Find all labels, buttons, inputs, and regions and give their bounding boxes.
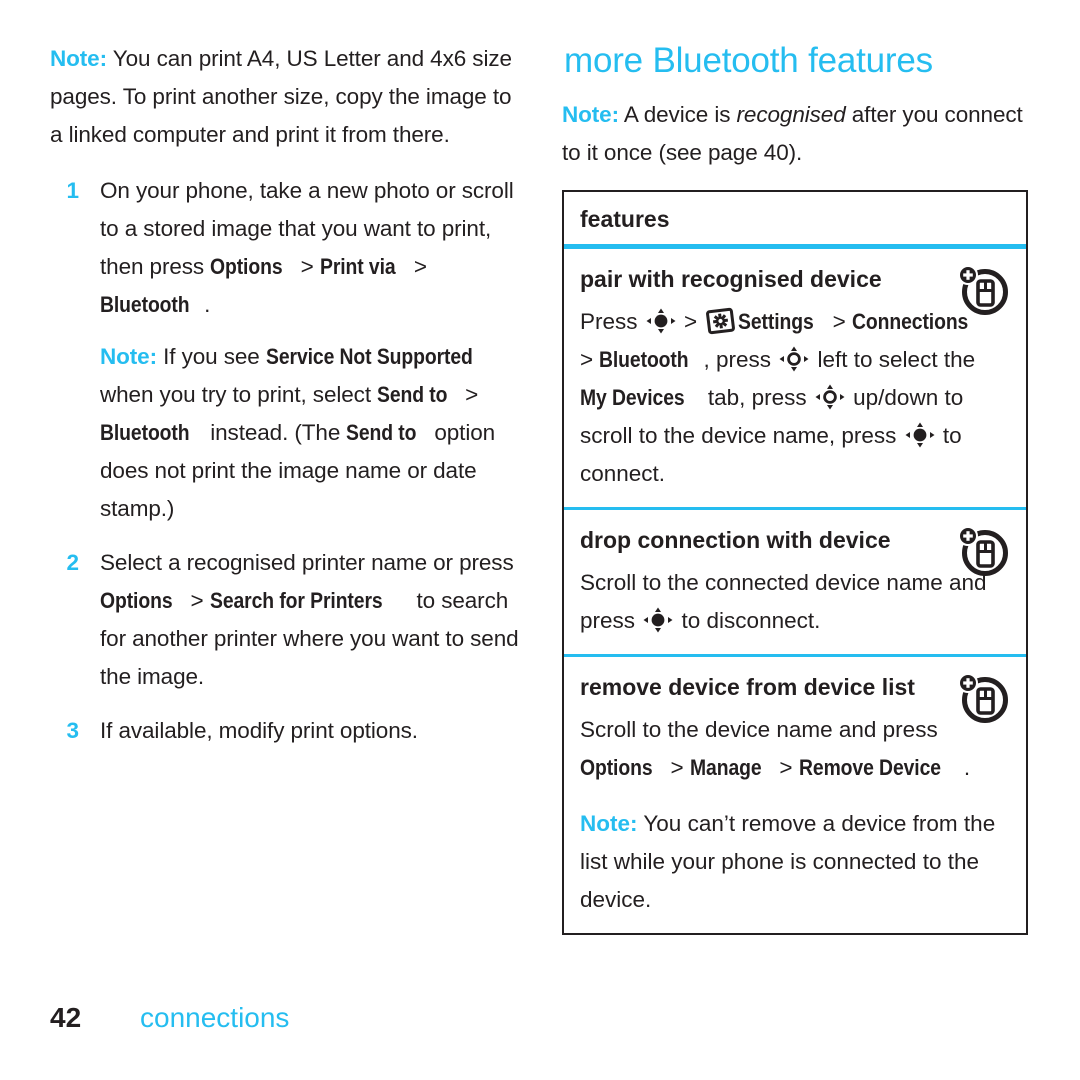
sep: > bbox=[407, 254, 427, 279]
card-section-pair-with-recognised-device: pair with recognised device Press > Sett… bbox=[564, 249, 1026, 510]
intro-note: Note: You can print A4, US Letter and 4x… bbox=[50, 40, 520, 154]
ui-string-remove-device: Remove Device bbox=[798, 755, 941, 780]
step-3-number: 3 bbox=[66, 718, 79, 743]
step-1: 1 On your phone, take a new photo or scr… bbox=[50, 172, 520, 528]
sep: > bbox=[826, 309, 853, 334]
step-3-text: If available, modify print options. bbox=[100, 718, 418, 743]
add-device-icon bbox=[956, 671, 1010, 725]
ui-string-send-to: Send to bbox=[346, 420, 417, 445]
ui-string-bluetooth: Bluetooth bbox=[599, 347, 689, 372]
bluetooth-intro-note: Note: A device is recognised after you c… bbox=[562, 96, 1032, 172]
section-title: remove device from device list bbox=[580, 674, 915, 700]
section-body: Scroll to the device name and press Opti… bbox=[580, 711, 1010, 787]
manual-page: Note: You can print A4, US Letter and 4x… bbox=[0, 0, 1080, 1080]
note-text-b: when you try to print, select bbox=[100, 382, 378, 407]
step-3: 3 If available, modify print options. bbox=[50, 712, 520, 750]
step-1-text-b: . bbox=[204, 292, 211, 317]
ui-string-bluetooth: Bluetooth bbox=[100, 292, 190, 317]
ui-string-search-for-printers: Search for Printers bbox=[209, 588, 383, 613]
ui-string-print-via: Print via bbox=[319, 254, 396, 279]
section-title: pair with recognised device bbox=[580, 266, 882, 292]
note-label: Note: bbox=[50, 46, 107, 71]
sep: > bbox=[458, 382, 479, 407]
ui-string-send-to: Send to bbox=[377, 382, 448, 407]
ui-string-manage: Manage bbox=[689, 755, 762, 780]
body-text: tab, press bbox=[701, 385, 813, 410]
right-column: more Bluetooth features Note: A device i… bbox=[562, 40, 1032, 935]
step-1-text: On your phone, take a new photo or scrol… bbox=[100, 172, 520, 324]
body-text: . bbox=[963, 755, 971, 780]
section-body: Scroll to the connected device name and … bbox=[580, 564, 1010, 640]
ui-string-options: Options bbox=[580, 755, 653, 780]
note-text-c: instead. (The bbox=[204, 420, 347, 445]
step-1-number: 1 bbox=[66, 178, 79, 203]
features-card-header: features bbox=[564, 192, 1026, 249]
navigation-key-select-icon bbox=[646, 308, 676, 334]
section-title: drop connection with device bbox=[580, 527, 891, 553]
sep: > bbox=[664, 755, 690, 780]
note-label: Note: bbox=[100, 344, 157, 369]
step-1-note: Note: If you see Service Not Supported w… bbox=[100, 338, 520, 528]
body-text: Press bbox=[580, 309, 644, 334]
body-text: Scroll to the device name and press bbox=[580, 717, 938, 742]
card-section-remove-device-from-device-list: remove device from device list Scroll to… bbox=[564, 657, 1026, 933]
step-2-text: Select a recognised printer name or pres… bbox=[100, 544, 520, 696]
card-section-drop-connection-with-device: drop connection with device Scroll to th… bbox=[564, 510, 1026, 657]
left-column: Note: You can print A4, US Letter and 4x… bbox=[50, 40, 520, 766]
ui-string-my-devices: My Devices bbox=[580, 385, 685, 410]
settings-gear-icon bbox=[705, 307, 736, 335]
add-device-icon bbox=[956, 524, 1010, 578]
body-text: to disconnect. bbox=[675, 608, 821, 633]
step-2-number: 2 bbox=[66, 550, 79, 575]
note-label: Note: bbox=[562, 102, 619, 127]
body-text: > bbox=[677, 309, 704, 334]
ui-string-bluetooth: Bluetooth bbox=[100, 420, 190, 445]
sep: > bbox=[773, 755, 799, 780]
body-text: left to select the bbox=[811, 347, 976, 372]
navigation-key-icon bbox=[779, 346, 809, 372]
page-footer: 42 connections bbox=[50, 1002, 289, 1034]
features-card: features pair with recognised device Pre… bbox=[562, 190, 1028, 935]
navigation-key-select-icon bbox=[643, 607, 673, 633]
navigation-key-select-icon bbox=[905, 422, 935, 448]
step-2: 2 Select a recognised printer name or pr… bbox=[50, 544, 520, 696]
note-text-a: If you see bbox=[157, 344, 266, 369]
footer-page-number: 42 bbox=[50, 1002, 82, 1033]
ui-string-settings: Settings bbox=[738, 309, 815, 334]
ui-string-connections: Connections bbox=[852, 309, 969, 334]
body-text: > bbox=[580, 347, 600, 372]
sep: > bbox=[184, 588, 210, 613]
note-label: Note: bbox=[580, 811, 638, 836]
intro-note-text: You can print A4, US Letter and 4x6 size… bbox=[50, 46, 512, 147]
ui-string-options: Options bbox=[210, 254, 283, 279]
note-text: You can’t remove a device from the list … bbox=[580, 811, 996, 912]
card-footer-note: Note: You can’t remove a device from the… bbox=[580, 805, 1010, 919]
page-title: more Bluetooth features bbox=[564, 41, 933, 80]
section-body: Press > Settings > Connections > Bluetoo… bbox=[580, 303, 1010, 493]
ui-string-service-not-supported: Service Not Supported bbox=[265, 344, 473, 369]
note-text-a: A device is bbox=[619, 102, 737, 127]
footer-section-name: connections bbox=[140, 1002, 290, 1033]
navigation-key-icon bbox=[815, 384, 845, 410]
sep: > bbox=[294, 254, 320, 279]
emphasis-recognised: recognised bbox=[736, 102, 846, 127]
body-text: , press bbox=[703, 347, 778, 372]
step-2-text-a: Select a recognised printer name or pres… bbox=[100, 550, 514, 575]
ui-string-options: Options bbox=[100, 588, 173, 613]
